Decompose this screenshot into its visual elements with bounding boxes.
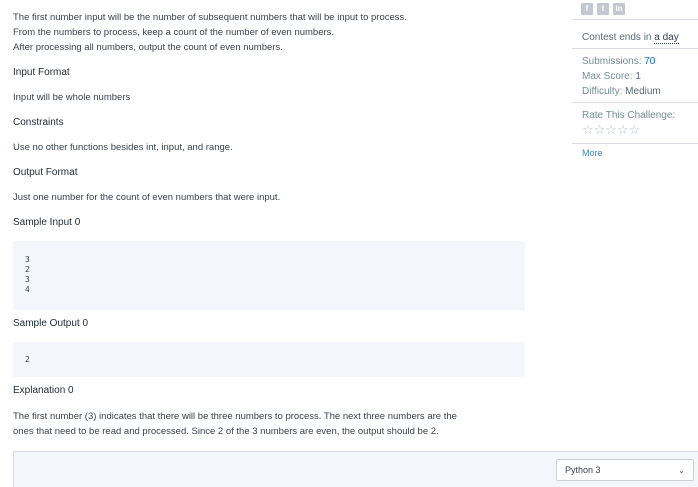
difficulty-label: Difficulty: [582, 86, 626, 97]
output-format-text: Just one number for the count of even nu… [13, 192, 281, 203]
constraints-heading: Constraints [13, 117, 64, 128]
submissions-label: Submissions: [582, 56, 645, 67]
constraints-text: Use no other functions besides int, inpu… [13, 142, 233, 153]
max-score: Max Score: 1 [582, 71, 641, 83]
sample-input-line: 3 [25, 275, 30, 284]
linkedin-icon[interactable]: in [613, 3, 625, 15]
explanation-line-2: ones that need to be read and processed.… [13, 426, 439, 437]
sidebar-divider [572, 102, 698, 103]
sample-input-line: 4 [25, 285, 30, 294]
input-format-heading: Input Format [13, 67, 70, 78]
share-icons: f t in [581, 3, 625, 15]
facebook-icon[interactable]: f [581, 3, 593, 15]
input-format-text: Input will be whole numbers [13, 92, 131, 103]
submissions: Submissions: 70 [582, 56, 655, 68]
chevron-down-icon: ⌄ [678, 465, 685, 475]
difficulty: Difficulty: Medium [582, 86, 661, 98]
contest-ends: Contest ends in a day [582, 32, 679, 44]
sample-input-line: 3 [25, 255, 30, 264]
difficulty-value: Medium [625, 86, 661, 97]
problem-statement: The first number input will be the numbe… [0, 0, 545, 487]
sidebar-divider [572, 48, 698, 49]
contest-ends-value: a day [654, 32, 679, 44]
language-select[interactable]: Python 3 ⌄ [556, 459, 694, 481]
submissions-count-link[interactable]: 70 [644, 56, 655, 67]
output-format-heading: Output Format [13, 167, 78, 178]
max-score-value: 1 [635, 71, 641, 82]
twitter-icon[interactable]: t [597, 3, 609, 15]
more-link[interactable]: More [582, 148, 603, 158]
rate-challenge-label: Rate This Challenge: [582, 110, 676, 121]
max-score-label: Max Score: [582, 71, 636, 82]
star-icon[interactable]: ☆☆☆☆☆ [582, 123, 640, 136]
sample-input-line: 2 [25, 265, 30, 274]
rating-stars[interactable]: ☆☆☆☆☆ [582, 123, 640, 136]
sample-output-box: 2 [13, 342, 525, 377]
sample-input-heading: Sample Input 0 [13, 217, 81, 228]
contest-ends-label: Contest ends in [582, 32, 655, 43]
sidebar-divider [572, 143, 698, 144]
sample-input-box: 3 2 3 4 [13, 241, 525, 310]
explanation-heading: Explanation 0 [13, 385, 74, 396]
intro-line-1: The first number input will be the numbe… [13, 12, 407, 23]
sample-output-line: 2 [25, 355, 30, 364]
explanation-line-1: The first number (3) indicates that ther… [13, 411, 457, 422]
intro-line-2: From the numbers to process, keep a coun… [13, 27, 335, 38]
sample-output-heading: Sample Output 0 [13, 318, 89, 329]
sidebar-divider [572, 19, 698, 20]
language-select-value: Python 3 [565, 465, 601, 475]
intro-line-3: After processing all numbers, output the… [13, 42, 283, 53]
